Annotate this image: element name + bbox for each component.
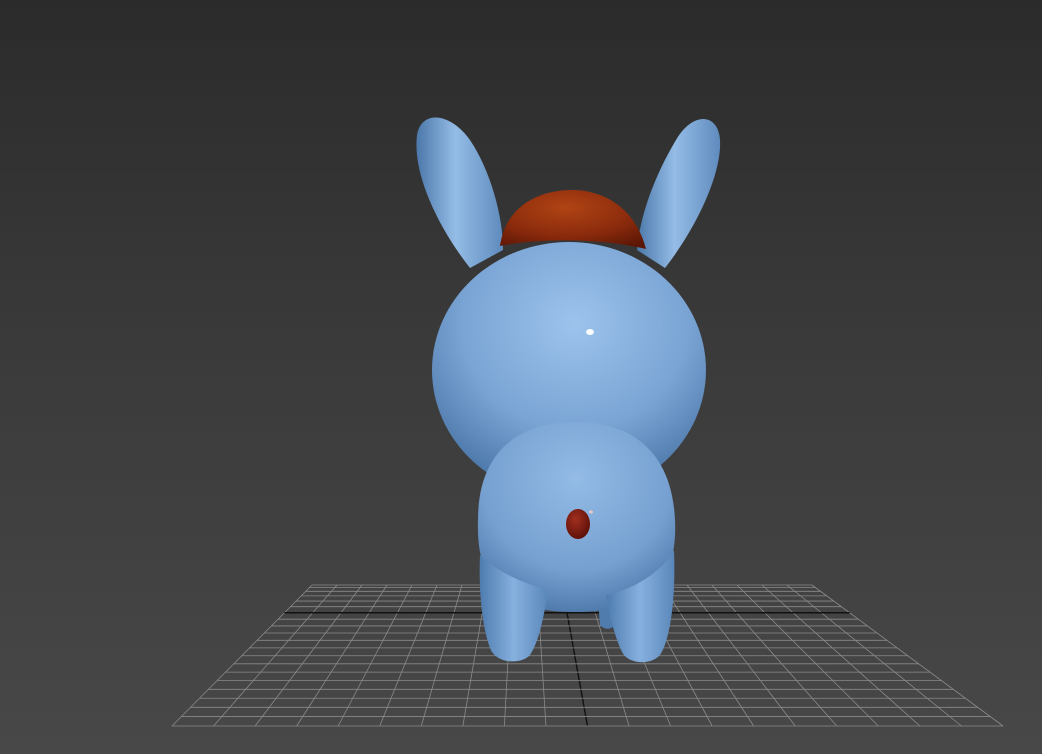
viewport-canvas[interactable] [0, 0, 1042, 754]
tail[interactable] [566, 509, 590, 539]
head-highlight [586, 329, 594, 335]
left-ear[interactable] [416, 117, 503, 268]
3d-viewport[interactable] [0, 0, 1042, 754]
right-ear[interactable] [637, 119, 721, 268]
bunny-model[interactable] [416, 117, 721, 663]
hair-tuft[interactable] [500, 190, 646, 249]
tail-highlight [589, 510, 593, 514]
